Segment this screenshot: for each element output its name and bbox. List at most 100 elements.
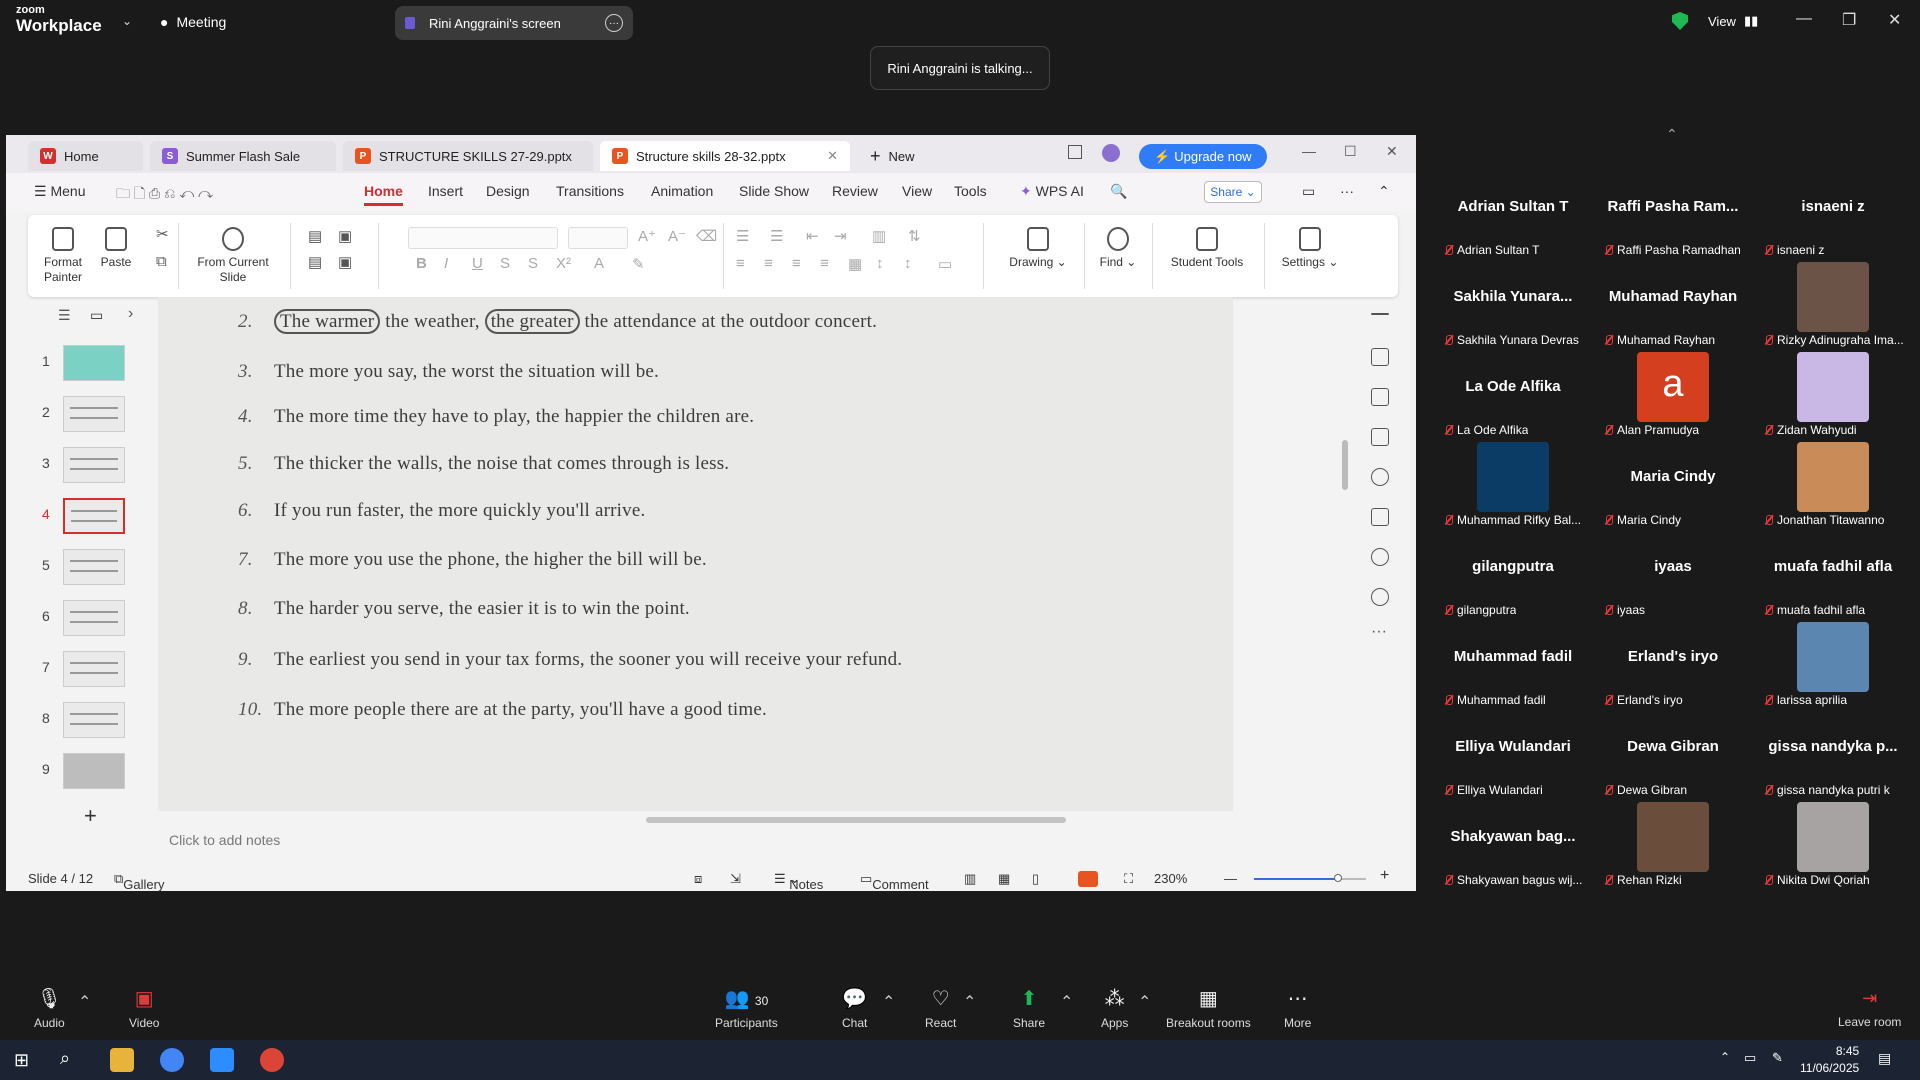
participant-tile[interactable]: Muhammad Rifky Bal...: [1438, 442, 1588, 527]
bold-icon[interactable]: B: [416, 255, 427, 272]
tab-close-icon[interactable]: ✕: [827, 148, 838, 164]
text-box-icon[interactable]: ▭: [938, 255, 952, 273]
fit-icon[interactable]: ⧈: [694, 871, 702, 887]
participant-tile[interactable]: Zidan Wahyudi: [1758, 352, 1908, 437]
grow-font-icon[interactable]: A⁺: [638, 227, 656, 245]
participant-tile[interactable]: Muhamad Rayhan Muhamad Rayhan: [1598, 262, 1748, 347]
zoom-app-icon[interactable]: [210, 1048, 234, 1072]
highlight-icon[interactable]: ✎: [632, 255, 645, 273]
clear-format-icon[interactable]: ⌫: [696, 227, 717, 245]
menu-review[interactable]: Review: [832, 183, 878, 199]
from-current-slide-button[interactable]: From Current Slide: [188, 227, 278, 285]
participant-tile[interactable]: Rizky Adinugraha Ima...: [1758, 262, 1908, 347]
participant-tile[interactable]: muafa fadhil afla muafa fadhil afla: [1758, 532, 1908, 617]
view-button[interactable]: View ▮▮: [1708, 13, 1758, 29]
indent-icon[interactable]: ⇥: [834, 227, 847, 245]
sorter-view-icon[interactable]: ▦: [998, 871, 1010, 887]
notes-input[interactable]: Click to add notes: [169, 832, 280, 848]
tab-home[interactable]: W Home: [28, 141, 143, 171]
font-family-select[interactable]: [408, 227, 558, 249]
font-size-select[interactable]: [568, 227, 628, 249]
justify-icon[interactable]: ≡: [820, 255, 829, 272]
reset-icon[interactable]: ▣: [338, 253, 352, 271]
menu-home[interactable]: Home: [364, 183, 403, 206]
student-tools-button[interactable]: Student Tools: [1162, 227, 1252, 270]
font-color-icon[interactable]: A: [594, 255, 604, 272]
menu-button[interactable]: ☰ Menu: [34, 183, 85, 200]
shared-screen-pill[interactable]: Rini Anggraini's screen ···: [395, 6, 633, 40]
slide-thumbnail-8[interactable]: [63, 702, 125, 738]
avatar[interactable]: [1102, 144, 1120, 162]
participant-tile[interactable]: a Alan Pramudya: [1598, 352, 1748, 437]
paste-button[interactable]: Paste: [94, 227, 138, 270]
text-direction-icon[interactable]: ⇅: [908, 227, 921, 245]
zoom-slider[interactable]: [1254, 874, 1366, 882]
slide-canvas[interactable]: 2. The warmer the weather, the greater th…: [158, 297, 1233, 811]
slide-thumbnail-4[interactable]: [63, 498, 125, 534]
video-button[interactable]: ▣ Video: [129, 988, 159, 1030]
align-center-icon[interactable]: ≡: [764, 255, 773, 272]
more-button[interactable]: ⋯ More: [1284, 988, 1311, 1030]
participant-tile[interactable]: gilangputra gilangputra: [1438, 532, 1588, 617]
zoom-logo[interactable]: zoom Workplace: [16, 5, 102, 35]
pen-icon[interactable]: ✎: [1772, 1050, 1783, 1066]
vertical-scrollbar[interactable]: [1341, 300, 1349, 815]
underline-icon[interactable]: U: [472, 255, 483, 272]
normal-view-icon[interactable]: ▥: [964, 871, 976, 887]
breakout-rooms-button[interactable]: ▦ Breakout rooms: [1166, 988, 1251, 1030]
react-options-icon[interactable]: ⌃: [963, 992, 976, 1012]
search-icon[interactable]: ⌕: [60, 1048, 70, 1069]
outdent-icon[interactable]: ⇤: [806, 227, 819, 245]
horizontal-scrollbar[interactable]: [171, 815, 1331, 825]
slide-thumbnail-1[interactable]: [63, 345, 125, 381]
react-button[interactable]: ♡ React: [925, 988, 956, 1030]
add-slide-icon[interactable]: +: [84, 803, 97, 829]
participant-tile[interactable]: Muhammad fadil Muhammad fadil: [1438, 622, 1588, 707]
strikethrough-icon[interactable]: S: [500, 255, 510, 272]
window-layout-icon[interactable]: [1068, 145, 1082, 159]
animation-icon[interactable]: [1371, 388, 1389, 406]
meeting-button[interactable]: ● Meeting: [160, 14, 226, 30]
magic-tool-icon[interactable]: [1371, 348, 1389, 366]
find-button[interactable]: Find ⌄: [1092, 227, 1144, 270]
new-slide-icon[interactable]: ▣: [338, 227, 352, 245]
align-left-icon[interactable]: ≡: [736, 255, 745, 272]
drawing-button[interactable]: Drawing ⌄: [1003, 227, 1073, 270]
settings-button[interactable]: Settings ⌄: [1274, 227, 1346, 270]
comment-icon[interactable]: ▭: [1302, 183, 1315, 200]
reading-view-icon[interactable]: ▯: [1032, 871, 1039, 887]
chrome-icon[interactable]: [160, 1048, 184, 1072]
maximize-icon[interactable]: ❐: [1842, 10, 1856, 30]
line-spacing-icon[interactable]: ↕: [876, 255, 884, 272]
paragraph-spacing-icon[interactable]: ↕: [904, 255, 912, 272]
audio-options-icon[interactable]: ⌃: [78, 992, 91, 1012]
menu-slide-show[interactable]: Slide Show: [739, 183, 809, 199]
chat-options-icon[interactable]: ⌃: [882, 992, 895, 1012]
share-options-icon[interactable]: ⌃: [1060, 992, 1073, 1012]
more-icon[interactable]: ···: [1371, 623, 1387, 641]
chrome-profile-icon[interactable]: [260, 1048, 284, 1072]
zoom-out-icon[interactable]: —: [1224, 871, 1237, 886]
export-icon[interactable]: ⇲: [730, 871, 741, 887]
participant-tile[interactable]: Shakyawan bag... Shakyawan bagus wij...: [1438, 802, 1588, 887]
layout-icon[interactable]: ▤: [308, 227, 322, 245]
network-icon[interactable]: ▭: [1744, 1050, 1756, 1066]
menu-design[interactable]: Design: [486, 183, 530, 199]
participant-tile[interactable]: La Ode Alfika La Ode Alfika: [1438, 352, 1588, 437]
star-icon[interactable]: [1371, 468, 1389, 486]
participant-tile[interactable]: gissa nandyka p... gissa nandyka putri k: [1758, 712, 1908, 797]
tab-summer-flash-sale[interactable]: S Summer Flash Sale: [150, 141, 336, 171]
file-explorer-icon[interactable]: [110, 1048, 134, 1072]
audio-button[interactable]: 🎙 Audio: [34, 988, 65, 1030]
share-screen-button[interactable]: ⬆ Share: [1013, 988, 1045, 1030]
outline-view-icon[interactable]: ☰: [58, 307, 71, 324]
more-options-icon[interactable]: ···: [605, 14, 623, 32]
collapse-ribbon-icon[interactable]: ⌃: [1378, 183, 1390, 200]
upgrade-now-button[interactable]: ⚡ Upgrade now: [1139, 144, 1267, 169]
menu-animation[interactable]: Animation: [651, 183, 713, 199]
slide-thumbnail-6[interactable]: [63, 600, 125, 636]
comment-button[interactable]: ▭ Comment: [860, 871, 929, 892]
participant-tile[interactable]: Adrian Sultan T Adrian Sultan T: [1438, 172, 1588, 257]
history-icon[interactable]: [1371, 548, 1389, 566]
zoom-level[interactable]: 230%: [1154, 871, 1187, 886]
